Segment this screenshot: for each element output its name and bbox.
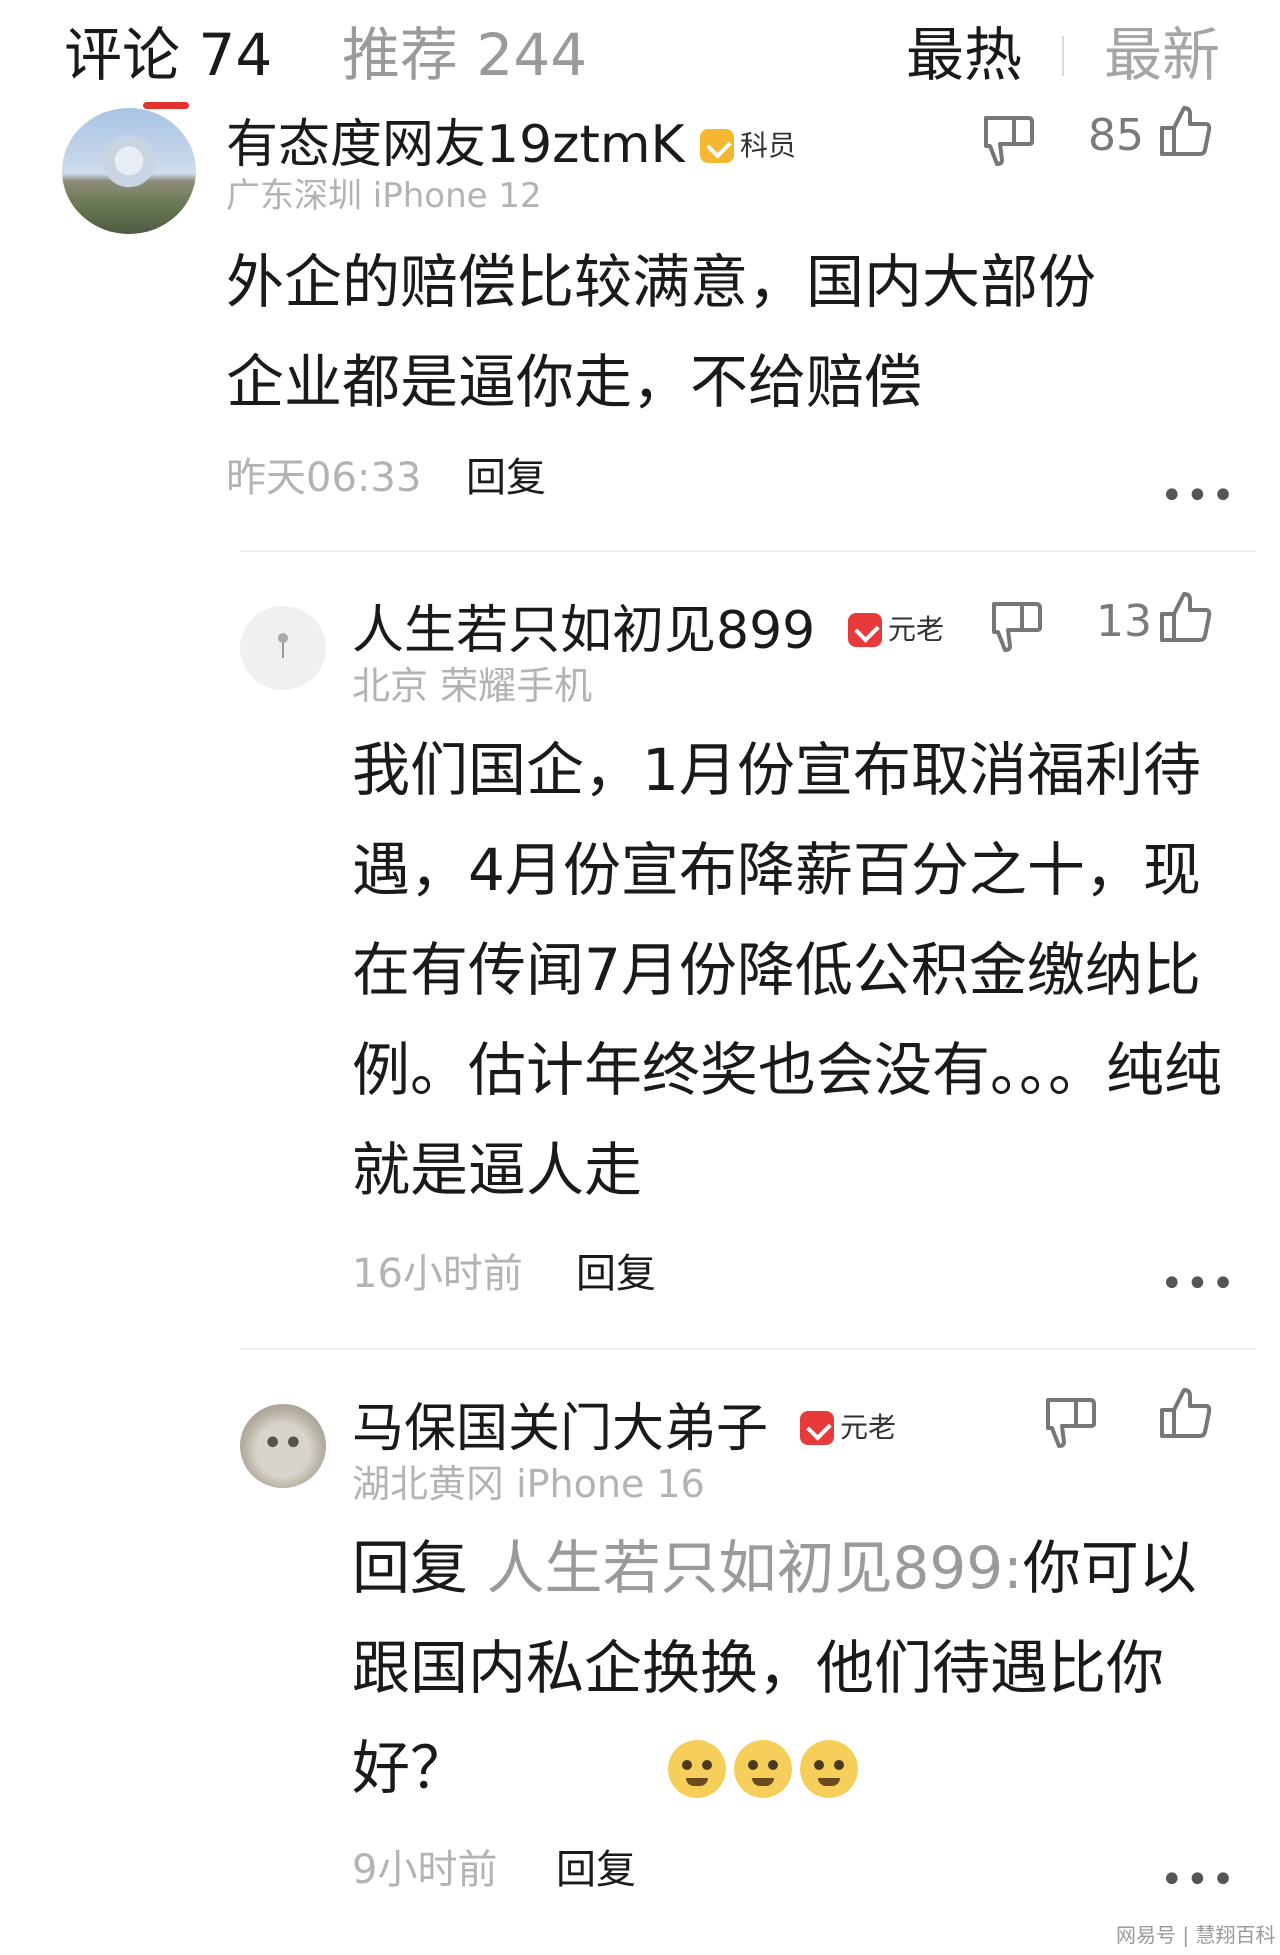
comment-text: 回复 人生若只如初见899:你可以跟国内私企换换，他们待遇比你好？ — [352, 1534, 1197, 1802]
dislike-icon[interactable] — [988, 598, 1048, 654]
comment-time: 16小时前 — [352, 1251, 523, 1297]
avatar[interactable] — [240, 1404, 326, 1488]
reply-prefix: 回复 — [352, 1534, 487, 1602]
comment-meta: 广东深圳 iPhone 12 — [226, 176, 542, 216]
dog-emoji-icon — [734, 1740, 792, 1798]
comment-text: 我们国企，1月份宣布取消福利待遇，4月份宣布降薪百分之十，现在有传闻7月份降低公… — [352, 736, 1223, 1204]
rank-badge-icon — [848, 613, 882, 647]
reply-button[interactable]: 回复 — [556, 1844, 636, 1896]
comment-username[interactable]: 马保国关门大弟子 — [352, 1396, 768, 1462]
divider — [240, 550, 1256, 552]
like-count: 85 — [1088, 110, 1144, 161]
rank-badge-icon — [700, 129, 734, 163]
active-tab-indicator — [143, 102, 189, 109]
like-icon[interactable] — [1156, 590, 1216, 646]
more-options-icon[interactable]: ••• — [1160, 1860, 1237, 1900]
more-options-icon[interactable]: ••• — [1160, 476, 1237, 516]
comment-username[interactable]: 人生若只如初见899 — [352, 598, 815, 664]
dislike-icon[interactable] — [1042, 1394, 1102, 1450]
tab-recommend[interactable]: 推荐 244 — [342, 18, 587, 92]
tab-comments[interactable]: 评论 74 — [64, 18, 272, 92]
comment-meta: 湖北黄冈 iPhone 16 — [352, 1462, 705, 1506]
dislike-icon[interactable] — [980, 112, 1040, 168]
comment-time: 9小时前 — [352, 1847, 498, 1893]
watermark: 网易号 | 慧翔百科 — [1116, 1923, 1276, 1947]
avatar[interactable] — [240, 606, 326, 690]
dog-emoji-icon — [800, 1740, 858, 1798]
comment-text: 外企的赔偿比较满意，国内大部份企业都是逼你走，不给赔偿 — [226, 248, 1097, 416]
sort-hot-button[interactable]: 最热 — [906, 18, 1022, 92]
sort-new-button[interactable]: 最新 — [1104, 18, 1220, 92]
like-icon[interactable] — [1156, 1386, 1216, 1442]
avatar[interactable] — [62, 108, 196, 234]
more-options-icon[interactable]: ••• — [1160, 1264, 1237, 1304]
like-count: 13 — [1096, 596, 1152, 647]
comment-username[interactable]: 有态度网友19ztmK — [226, 112, 685, 178]
comment-meta: 北京 荣耀手机 — [352, 664, 593, 708]
reply-to-username[interactable]: 人生若只如初见899: — [486, 1534, 1022, 1602]
sort-divider — [1062, 36, 1064, 76]
dog-emoji-icon — [668, 1740, 726, 1798]
like-icon[interactable] — [1156, 104, 1216, 160]
comment-time: 昨天06:33 — [226, 455, 422, 501]
reply-button[interactable]: 回复 — [576, 1248, 656, 1300]
tree-icon — [278, 633, 288, 658]
divider — [240, 1348, 1256, 1350]
reply-button[interactable]: 回复 — [466, 452, 546, 504]
rank-badge-icon — [800, 1411, 834, 1445]
